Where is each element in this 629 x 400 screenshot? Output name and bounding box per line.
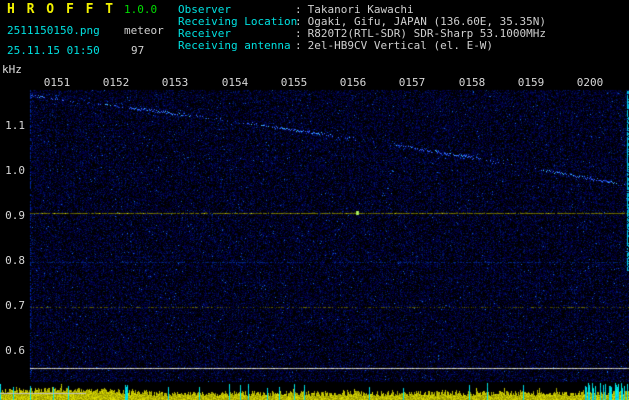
y-axis-unit-label: kHz <box>2 63 22 76</box>
y-tick-label: 1.1 <box>5 119 25 132</box>
spectrogram-canvas <box>0 0 629 400</box>
info-separator: : <box>295 39 302 52</box>
x-tick-label: 0154 <box>221 76 249 89</box>
x-tick-label: 0153 <box>161 76 189 89</box>
y-tick-label: 1.0 <box>5 164 25 177</box>
hrofft-window: H R O F F T 1.0.0 2511150150.png meteor … <box>0 0 629 400</box>
x-tick-label: 0152 <box>102 76 130 89</box>
info-value: 2el-HB9CV Vertical (el. E-W) <box>307 39 494 52</box>
x-tick-label: 0156 <box>339 76 367 89</box>
app-version: 1.0.0 <box>124 3 158 16</box>
x-tick-label: 0157 <box>398 76 426 89</box>
x-tick-label: 0158 <box>458 76 486 89</box>
y-tick-label: 0.9 <box>5 209 25 222</box>
info-row-antenna: Receiving antenna:2el-HB9CV Vertical (el… <box>178 40 493 52</box>
datetime-label: 25.11.15 01:50 <box>7 44 100 57</box>
y-tick-label: 0.6 <box>5 344 25 357</box>
x-tick-label: 0155 <box>280 76 308 89</box>
app-title: H R O F F T <box>7 2 116 17</box>
mode-label: meteor <box>124 24 164 37</box>
info-label: Receiving antenna <box>178 39 291 52</box>
output-filename: 2511150150.png <box>7 24 100 37</box>
x-tick-label: 0159 <box>517 76 545 89</box>
y-tick-label: 0.7 <box>5 299 25 312</box>
x-tick-label: 0200 <box>576 76 604 89</box>
x-tick-label: 0151 <box>43 76 71 89</box>
y-tick-label: 0.8 <box>5 254 25 267</box>
echo-count: 97 <box>131 44 145 57</box>
